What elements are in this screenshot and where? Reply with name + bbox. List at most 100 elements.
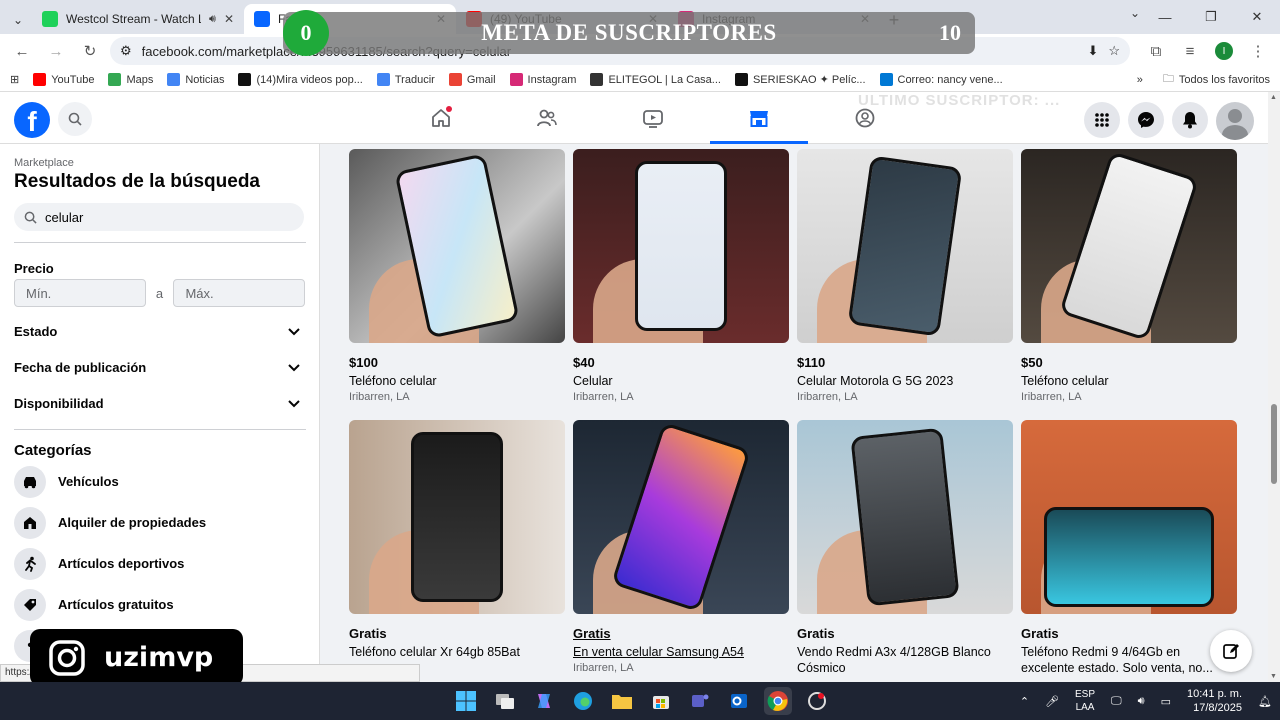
account-avatar[interactable] <box>1216 102 1254 140</box>
listing-title[interactable]: Teléfono celular <box>349 373 565 389</box>
category-item[interactable]: Artículos deportivos <box>14 543 305 584</box>
back-arrow-icon[interactable]: ← <box>8 37 36 65</box>
listing-title[interactable]: En venta celular Samsung A54 <box>573 644 789 660</box>
language-indicator[interactable]: ESP LAA <box>1075 688 1095 714</box>
forward-arrow-icon[interactable]: → <box>42 37 70 65</box>
network-icon[interactable]: 🖵 <box>1111 695 1122 708</box>
listing-card[interactable]: $110 Celular Motorola G 5G 2023 Iribarren,… <box>797 149 1013 403</box>
media-control-icon[interactable]: ≡ <box>1176 37 1204 65</box>
listing-card[interactable]: Gratis Vendo Redmi A3x 4/128GB Blanco Cós… <box>797 420 1013 676</box>
chevron-up-icon[interactable]: ⌃ <box>1020 695 1029 708</box>
notifications-button[interactable] <box>1172 102 1208 138</box>
category-item[interactable]: Alquiler de propiedades <box>14 502 305 543</box>
category-item[interactable]: Artículos gratuitos <box>14 584 305 625</box>
category-item[interactable]: Vehículos <box>14 461 305 502</box>
bell-icon <box>1183 112 1197 129</box>
nav-marketplace[interactable] <box>706 92 812 144</box>
reload-icon[interactable]: ↻ <box>76 37 104 65</box>
notification-center-icon[interactable]: 🔔︎ <box>1258 695 1272 708</box>
listing-image[interactable] <box>349 149 565 343</box>
game-bar-icon[interactable] <box>803 687 831 715</box>
new-message-button[interactable] <box>1210 630 1252 672</box>
bookmark-item[interactable]: SERIESKAO ✦ Pelíc... <box>734 73 866 86</box>
apps-grid-icon[interactable]: ⊞ <box>10 73 19 86</box>
listing-image[interactable] <box>349 420 565 614</box>
bookmark-item[interactable]: YouTube <box>33 73 94 86</box>
start-windows-icon[interactable] <box>452 687 480 715</box>
listing-image[interactable] <box>1021 149 1237 343</box>
filter-accordion[interactable]: Estado <box>14 313 300 349</box>
tab-list-chevron-icon[interactable]: ⌄ <box>1130 6 1140 20</box>
chrome-icon[interactable] <box>764 687 792 715</box>
outlook-icon[interactable] <box>725 687 753 715</box>
bookmark-item[interactable]: Instagram <box>509 73 576 86</box>
close-window-button[interactable]: ✕ <box>1234 0 1280 34</box>
listing-title[interactable]: Teléfono celular Xr 64gb 85Bat <box>349 644 565 660</box>
browser-tab[interactable]: Westcol Stream - Watch Li... 🔊︎ ✕ <box>32 4 244 34</box>
bookmark-item[interactable]: Noticias <box>167 73 224 86</box>
task-view-icon[interactable] <box>491 687 519 715</box>
filter-accordion[interactable]: Disponibilidad <box>14 385 300 421</box>
profile-button[interactable]: I <box>1210 37 1238 65</box>
min-price-input[interactable]: Mín. <box>14 279 146 307</box>
listing-card[interactable]: Gratis En venta celular Samsung A54 Iribar… <box>573 420 789 674</box>
listing-image[interactable] <box>573 149 789 343</box>
file-explorer-icon[interactable] <box>608 687 636 715</box>
bookmark-item[interactable]: Gmail <box>448 73 496 86</box>
menu-kebab-icon[interactable]: ⋮ <box>1244 37 1272 65</box>
scroll-thumb[interactable] <box>1271 404 1277 484</box>
tab-close-icon[interactable]: ✕ <box>224 12 234 26</box>
page-scrollbar[interactable]: ▲ ▼ <box>1268 92 1280 682</box>
site-info-icon[interactable]: ⚙ <box>120 43 132 59</box>
store-icon[interactable] <box>647 687 675 715</box>
bookmark-item[interactable]: Correo: nancy vene... <box>879 73 1003 86</box>
filter-accordion[interactable]: Fecha de publicación <box>14 349 300 385</box>
tab-audio-icon[interactable]: 🔊︎ <box>209 13 216 26</box>
microphone-icon[interactable]: 🎤︎ <box>1045 695 1059 708</box>
listing-image[interactable] <box>797 149 1013 343</box>
bookmark-item[interactable]: Maps <box>108 73 153 86</box>
bookmark-item[interactable]: (14)Mira videos pop... <box>238 73 363 86</box>
copilot-icon[interactable] <box>530 687 558 715</box>
listing-card[interactable]: Gratis Teléfono celular Xr 64gb 85Bat <box>349 420 565 660</box>
bookmark-item[interactable]: Traducir <box>376 73 435 86</box>
listing-title[interactable]: Celular <box>573 373 789 389</box>
listing-title[interactable]: Vendo Redmi A3x 4/128GB Blanco Cósmico <box>797 644 1013 676</box>
listing-card[interactable]: Gratis Teléfono Redmi 9 4/64Gb en excelen… <box>1021 420 1237 676</box>
extensions-icon[interactable]: ⧉ <box>1142 37 1170 65</box>
battery-icon[interactable]: ▭ <box>1161 695 1171 708</box>
max-price-input[interactable]: Máx. <box>173 279 305 307</box>
minimize-button[interactable]: — <box>1142 0 1188 34</box>
tab-search-chevron-icon[interactable]: ⌄ <box>4 6 32 34</box>
more-bookmarks-icon[interactable]: » <box>1137 74 1143 86</box>
teams-icon[interactable] <box>686 687 714 715</box>
install-app-icon[interactable]: ⬇ <box>1087 43 1098 59</box>
nav-home[interactable] <box>388 92 494 144</box>
nav-friends[interactable] <box>494 92 600 144</box>
clock[interactable]: 10:41 p. m. 17/8/2025 <box>1187 687 1242 715</box>
scroll-up-icon[interactable]: ▲ <box>1270 94 1277 101</box>
listing-title[interactable]: Teléfono celular <box>1021 373 1237 389</box>
scroll-down-icon[interactable]: ▼ <box>1270 673 1277 680</box>
listing-image[interactable] <box>573 420 789 614</box>
bookmark-favicon-icon <box>376 73 390 86</box>
listing-card[interactable]: $100 Teléfono celular Iribarren, LA <box>349 149 565 403</box>
listing-image[interactable] <box>797 420 1013 614</box>
bookmark-star-icon[interactable]: ☆ <box>1108 43 1120 59</box>
listing-image[interactable] <box>1021 420 1237 614</box>
marketplace-search-input[interactable]: celular <box>14 203 304 231</box>
bookmark-item[interactable]: ELITEGOL | La Casa... <box>590 73 721 86</box>
nav-video[interactable] <box>600 92 706 144</box>
edge-icon[interactable] <box>569 687 597 715</box>
listing-card[interactable]: $40 Celular Iribarren, LA <box>573 149 789 403</box>
listing-card[interactable]: $50 Teléfono celular Iribarren, LA <box>1021 149 1237 403</box>
listing-title[interactable]: Teléfono Redmi 9 4/64Gb en excelente est… <box>1021 644 1237 676</box>
volume-icon[interactable]: 🔊︎ <box>1138 695 1145 708</box>
restore-button[interactable]: ❐ <box>1188 0 1234 34</box>
facebook-search-button[interactable] <box>58 102 92 136</box>
all-bookmarks-folder[interactable]: 🗀 Todos los favoritos <box>1163 70 1270 89</box>
menu-grid-button[interactable] <box>1084 102 1120 138</box>
messenger-button[interactable] <box>1128 102 1164 138</box>
listing-title[interactable]: Celular Motorola G 5G 2023 <box>797 373 1013 389</box>
facebook-logo[interactable]: f <box>14 102 50 138</box>
